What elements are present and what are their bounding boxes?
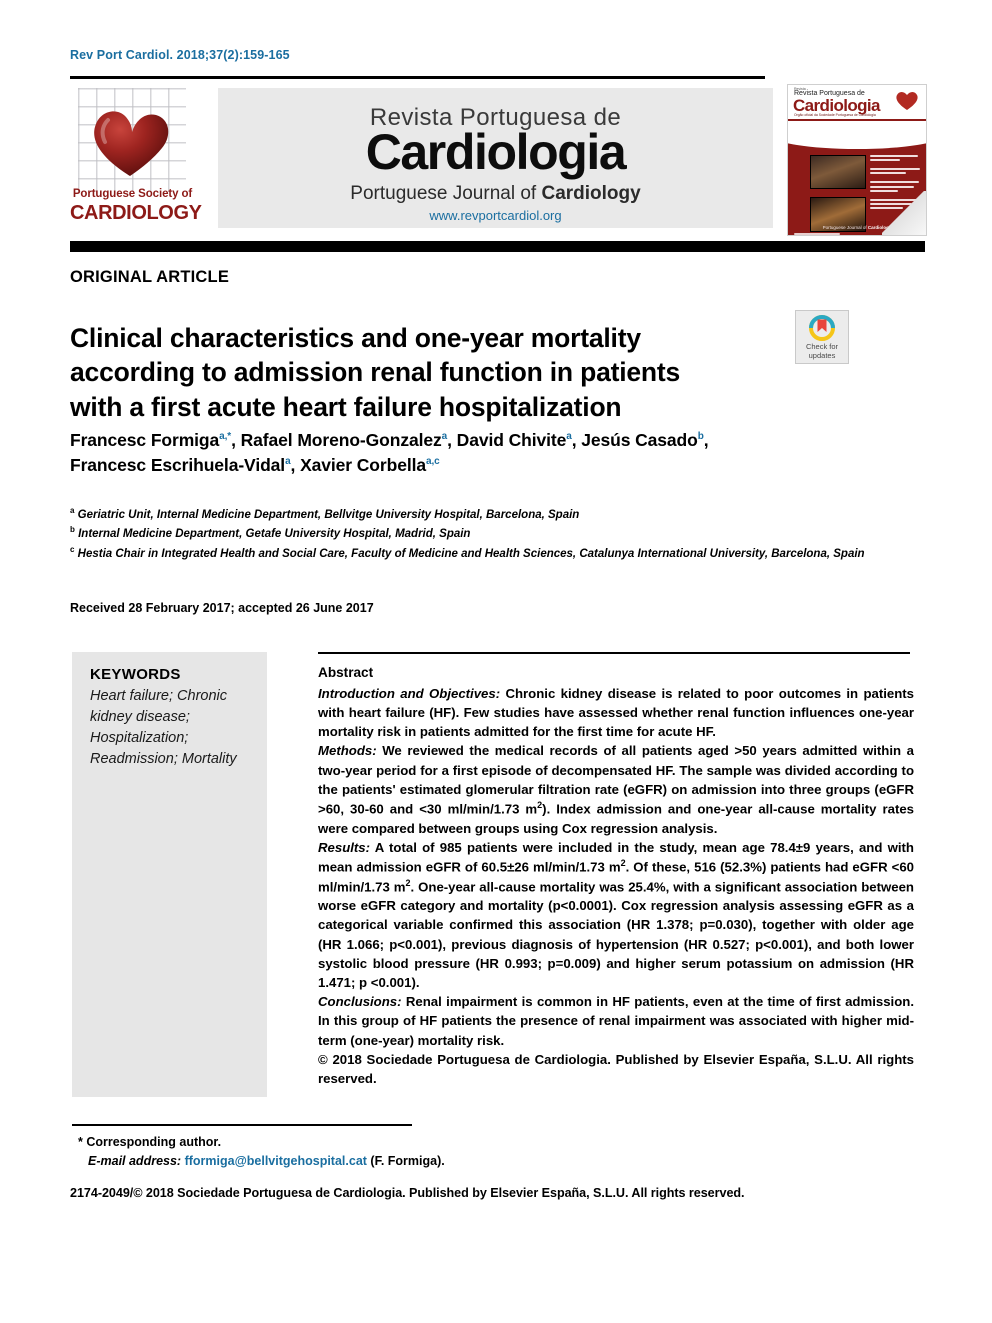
- society-name-line1: Portuguese Society of: [72, 188, 193, 200]
- keywords-panel: KEYWORDS Heart failure; Chronic kidney d…: [72, 652, 267, 1097]
- cover-footer-plain: Portuguese Journal of: [822, 225, 868, 230]
- abstract-paragraph-methods: Methods: We reviewed the medical records…: [318, 741, 914, 837]
- running-head: Rev Port Cardiol. 2018;37(2):159-165: [70, 48, 290, 62]
- abstract-text-results-c: . One-year all-cause mortality was 25.4%…: [318, 878, 914, 990]
- author-name[interactable]: Francesc Escrihuela-Vidal: [70, 455, 285, 475]
- abstract-label-introduction: Introduction and Objectives:: [318, 685, 501, 701]
- abstract-label-conclusions: Conclusions:: [318, 994, 402, 1010]
- email-suffix: (F. Formiga).: [370, 1153, 445, 1168]
- journal-cover-thumbnail: Revista Revista Portuguesa de Cardiologi…: [787, 84, 927, 236]
- crossmark-badge[interactable]: Check for updates: [795, 310, 849, 364]
- author-marks: a,*: [219, 431, 232, 443]
- email-line: E-mail address: fformiga@bellvitgehospit…: [78, 1152, 778, 1171]
- cover-arc-decoration: [788, 121, 926, 149]
- society-logo: Portuguese Society of CARDIOLOGY: [70, 84, 202, 234]
- masthead-black-rule: [70, 241, 925, 252]
- author-name[interactable]: Rafael Moreno-Gonzalez: [241, 430, 442, 450]
- affiliation-mark: b: [70, 525, 75, 535]
- article-history: Received 28 February 2017; accepted 26 J…: [70, 601, 374, 615]
- affiliation-item: b Internal Medicine Department, Getafe U…: [70, 524, 910, 543]
- abstract-label-results: Results:: [318, 839, 371, 855]
- affiliation-item: c Hestia Chair in Integrated Health and …: [70, 544, 910, 563]
- author-marks: a: [285, 456, 291, 468]
- journal-url[interactable]: www.revportcardiol.org: [218, 208, 773, 223]
- crossmark-icon: [809, 315, 835, 341]
- email-link[interactable]: fformiga@bellvitgehospital.cat: [185, 1154, 367, 1168]
- author-marks: a,c: [426, 456, 440, 468]
- issn-copyright-line: 2174-2049/© 2018 Sociedade Portuguesa de…: [70, 1186, 745, 1200]
- abstract-paragraph-conclusions: Conclusions: Renal impairment is common …: [318, 992, 914, 1050]
- cover-masthead-notes: [794, 233, 856, 235]
- affiliation-list: a Geriatric Unit, Internal Medicine Depa…: [70, 505, 910, 563]
- journal-title-band: Revista Portuguesa de Cardiologia Portug…: [218, 88, 773, 228]
- crossmark-label-line2: updates: [808, 351, 836, 361]
- cover-page-curl: [882, 191, 926, 235]
- author-name[interactable]: Xavier Corbella: [300, 455, 426, 475]
- author-name[interactable]: Jesús Casado: [581, 430, 698, 450]
- journal-title-en: Portuguese Journal of Cardiology: [218, 183, 773, 205]
- affiliation-text: Hestia Chair in Integrated Health and So…: [77, 547, 865, 560]
- corresponding-author-note: * Corresponding author. E-mail address: …: [78, 1133, 778, 1171]
- author-name[interactable]: Francesc Formiga: [70, 430, 219, 450]
- abstract-copyright: © 2018 Sociedade Portuguesa de Cardiolog…: [318, 1051, 914, 1086]
- heart-icon: [86, 98, 174, 180]
- abstract-text-conclusions: Renal impairment is common in HF patient…: [318, 994, 914, 1048]
- affiliation-mark: c: [70, 544, 75, 554]
- cover-figure-1: [810, 155, 866, 189]
- author-name[interactable]: David Chivite: [457, 430, 567, 450]
- keywords-heading: KEYWORDS: [90, 666, 181, 683]
- journal-title-en-plain: Portuguese Journal of: [350, 183, 542, 204]
- abstract-paragraph-results: Results: A total of 985 patients were in…: [318, 838, 914, 992]
- corresponding-author-label: * Corresponding author.: [78, 1135, 222, 1149]
- cover-figure-1-caption: [810, 189, 811, 193]
- abstract-top-rule: [318, 652, 910, 654]
- footnote-rule: [72, 1124, 412, 1126]
- keywords-list: Heart failure; Chronic kidney disease; H…: [90, 688, 237, 768]
- affiliation-text: Geriatric Unit, Internal Medicine Depart…: [77, 508, 580, 521]
- journal-title-pt-line2: Cardiologia: [365, 124, 627, 180]
- author-marks: a: [441, 431, 448, 443]
- affiliation-text: Internal Medicine Department, Getafe Uni…: [78, 528, 471, 541]
- crossmark-label-line1: Check for: [805, 342, 839, 351]
- abstract-heading: Abstract: [318, 665, 374, 680]
- crossmark-label: Check for updates: [796, 342, 848, 361]
- abstract-paragraph-introduction: Introduction and Objectives: Chronic kid…: [318, 684, 914, 742]
- article-type-label: ORIGINAL ARTICLE: [70, 268, 230, 286]
- cover-body: Portuguese Journal of Cardiology: [788, 121, 926, 235]
- abstract-label-methods: Methods:: [318, 743, 377, 759]
- page-title: Clinical characteristics and one-year mo…: [70, 322, 681, 422]
- affiliation-item: a Geriatric Unit, Internal Medicine Depa…: [70, 505, 910, 524]
- cover-subtitle: Orgão oficial da Sociedade Portuguesa de…: [794, 113, 876, 117]
- email-label: E-mail address:: [88, 1153, 182, 1168]
- running-head-rule: [70, 76, 765, 79]
- author-list: Francesc Formigaa,*, Rafael Moreno-Gonza…: [70, 430, 709, 475]
- society-name-line2: CARDIOLOGY: [70, 202, 202, 224]
- cover-heart-icon: [894, 89, 920, 111]
- affiliation-mark: a: [70, 506, 75, 515]
- abstract-section: Abstract Introduction and Objectives: Ch…: [318, 663, 914, 1088]
- journal-title-en-bold: Cardiology: [541, 183, 641, 204]
- author-marks: b: [697, 431, 704, 443]
- author-marks: a: [566, 431, 572, 443]
- journal-masthead: Portuguese Society of CARDIOLOGY Revista…: [70, 84, 927, 236]
- article-page: Rev Port Cardiol. 2018;37(2):159-165 Por…: [0, 0, 992, 1323]
- cover-header: Revista Revista Portuguesa de Cardiologi…: [788, 85, 926, 119]
